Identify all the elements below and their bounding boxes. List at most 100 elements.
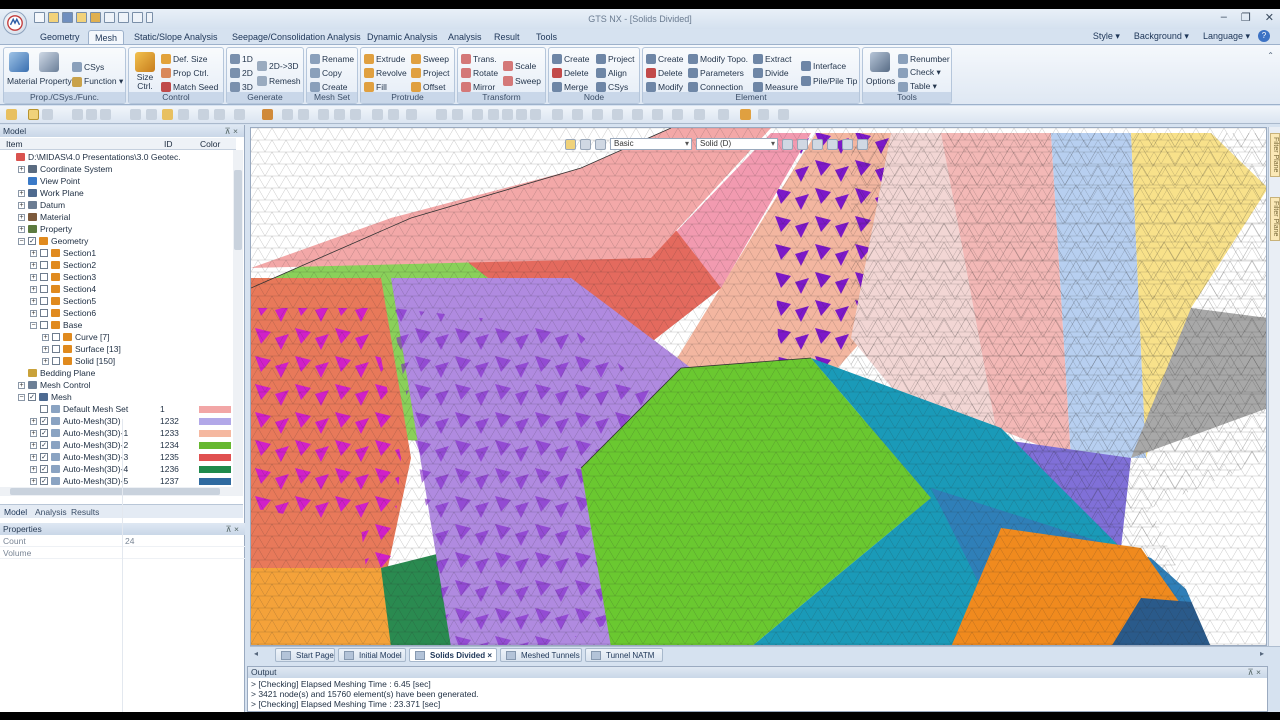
- tree-item[interactable]: + Mesh Control: [0, 379, 236, 391]
- shading-icon[interactable]: [718, 109, 729, 120]
- filter-plane-tab[interactable]: Filter Plane: [1270, 133, 1280, 177]
- visibility-checkbox[interactable]: ✓: [40, 429, 48, 437]
- view-icon-1[interactable]: [552, 109, 563, 120]
- visibility-checkbox[interactable]: [52, 345, 60, 353]
- unlock-icon[interactable]: [42, 109, 53, 120]
- tree-item[interactable]: + Section5: [0, 295, 236, 307]
- view-icon-2[interactable]: [572, 109, 583, 120]
- tab-seepage-consolidation-analysis[interactable]: Seepage/Consolidation Analysis: [226, 30, 367, 45]
- tree-item[interactable]: + Datum: [0, 199, 236, 211]
- tree-item[interactable]: + Section4: [0, 283, 236, 295]
- expand-icon[interactable]: +: [30, 418, 37, 425]
- tree-item[interactable]: + Section2: [0, 259, 236, 271]
- expand-icon[interactable]: +: [30, 298, 37, 305]
- scroll-thumb[interactable]: [10, 488, 220, 495]
- tree-item[interactable]: + Section6: [0, 307, 236, 319]
- scroll-thumb[interactable]: [234, 170, 242, 250]
- mesh-color-swatch[interactable]: [199, 430, 231, 437]
- render-mode-icon[interactable]: [778, 109, 789, 120]
- tab-static-slope-analysis[interactable]: Static/Slope Analysis: [128, 30, 224, 45]
- minimize-button[interactable]: –: [1221, 11, 1227, 24]
- tab-analysis[interactable]: Analysis: [442, 30, 488, 45]
- vp-tool-icon-5[interactable]: [842, 138, 853, 150]
- collapse-icon[interactable]: −: [18, 394, 25, 401]
- tree-item[interactable]: Default Mesh Set 1: [0, 403, 236, 415]
- tab-scroll-left-icon[interactable]: ◂: [254, 649, 258, 658]
- doc-tab-active[interactable]: Solids Divided ×: [409, 648, 497, 662]
- pile-button[interactable]: Pile/Pile Tip: [801, 74, 857, 87]
- tb-icon-12[interactable]: [282, 109, 293, 120]
- tb-icon-13[interactable]: [298, 109, 309, 120]
- tree-item[interactable]: + Work Plane: [0, 187, 236, 199]
- tb-icon-1[interactable]: [72, 109, 83, 120]
- tb-icon-10[interactable]: [234, 109, 245, 120]
- vp-tool-icon-2[interactable]: [797, 138, 808, 150]
- mesh-model-render[interactable]: [251, 128, 1267, 646]
- tb-icon-18[interactable]: [388, 109, 399, 120]
- trans-button[interactable]: Trans.: [461, 52, 497, 65]
- zoom-in-icon[interactable]: [472, 109, 483, 120]
- tab-scroll-right-icon[interactable]: ▸: [1260, 649, 1264, 658]
- tree-item[interactable]: − Base: [0, 319, 236, 331]
- 3d-viewport[interactable]: [250, 127, 1267, 646]
- mesh-color-swatch[interactable]: [199, 406, 231, 413]
- tb-icon-15[interactable]: [334, 109, 345, 120]
- mesh-color-swatch[interactable]: [199, 454, 231, 461]
- sweep-button[interactable]: Sweep: [411, 52, 449, 65]
- iso-view-icon[interactable]: [694, 109, 705, 120]
- expand-icon[interactable]: +: [42, 358, 49, 365]
- tree-item[interactable]: + Solid [150]: [0, 355, 236, 367]
- shade-mode-icon[interactable]: [740, 109, 751, 120]
- visibility-checkbox[interactable]: [52, 333, 60, 341]
- expand-icon[interactable]: +: [42, 334, 49, 341]
- tree-item[interactable]: + ✓ Auto-Mesh(3D) 1232: [0, 415, 236, 427]
- tree-item[interactable]: − ✓ Mesh: [0, 391, 236, 403]
- tree-item[interactable]: + Property: [0, 223, 236, 235]
- vp-tool-icon-1[interactable]: [782, 138, 793, 150]
- expand-icon[interactable]: +: [18, 214, 25, 221]
- expand-icon[interactable]: +: [18, 202, 25, 209]
- help-icon[interactable]: ?: [1258, 30, 1270, 42]
- tb-icon-19[interactable]: [406, 109, 417, 120]
- mesh-color-swatch[interactable]: [199, 442, 231, 449]
- zoom-out-icon[interactable]: [488, 109, 499, 120]
- visibility-checkbox[interactable]: [40, 249, 48, 257]
- tb-icon-17[interactable]: [372, 109, 383, 120]
- tb-icon-9[interactable]: [214, 109, 225, 120]
- visibility-checkbox[interactable]: [40, 273, 48, 281]
- tree-item[interactable]: + ✓ Auto-Mesh(3D)-3 1235: [0, 451, 236, 463]
- expand-icon[interactable]: +: [42, 346, 49, 353]
- visibility-checkbox[interactable]: [40, 261, 48, 269]
- rotate-button[interactable]: Rotate: [461, 66, 498, 79]
- expand-icon[interactable]: +: [30, 286, 37, 293]
- tree-item[interactable]: + ✓ Auto-Mesh(3D)-2 1234: [0, 439, 236, 451]
- tab-model[interactable]: Model: [4, 507, 27, 517]
- element-create-button[interactable]: Create: [646, 52, 684, 65]
- tab-analysis-works[interactable]: Analysis: [35, 507, 67, 517]
- tab-results-works[interactable]: Results: [71, 507, 99, 517]
- tree-item[interactable]: View Point: [0, 175, 236, 187]
- lock-icon[interactable]: [28, 109, 39, 120]
- node-project-button[interactable]: Project: [596, 52, 634, 65]
- vp-tool-icon-4[interactable]: [827, 138, 838, 150]
- project-button[interactable]: Project: [411, 66, 449, 79]
- node-align-button[interactable]: Align: [596, 66, 627, 79]
- visibility-checkbox[interactable]: [40, 405, 48, 413]
- view-icon-3[interactable]: [592, 109, 603, 120]
- remesh-button[interactable]: Remesh: [257, 74, 301, 87]
- expand-icon[interactable]: +: [30, 250, 37, 257]
- view-icon-7[interactable]: [672, 109, 683, 120]
- expand-icon[interactable]: +: [30, 430, 37, 437]
- visibility-checkbox[interactable]: [40, 297, 48, 305]
- mesh-color-swatch[interactable]: [199, 478, 231, 485]
- transform-sweep-button[interactable]: Sweep: [503, 74, 541, 87]
- visibility-checkbox[interactable]: ✓: [40, 441, 48, 449]
- mesh-color-swatch[interactable]: [199, 418, 231, 425]
- check-button[interactable]: Check ▾: [898, 66, 941, 79]
- visibility-checkbox[interactable]: ✓: [40, 417, 48, 425]
- zoom-fit-icon[interactable]: [452, 109, 463, 120]
- app-logo-button[interactable]: [3, 11, 27, 35]
- tb-icon-6[interactable]: [162, 109, 173, 120]
- view-icon-5[interactable]: [632, 109, 643, 120]
- tb-icon-2[interactable]: [86, 109, 97, 120]
